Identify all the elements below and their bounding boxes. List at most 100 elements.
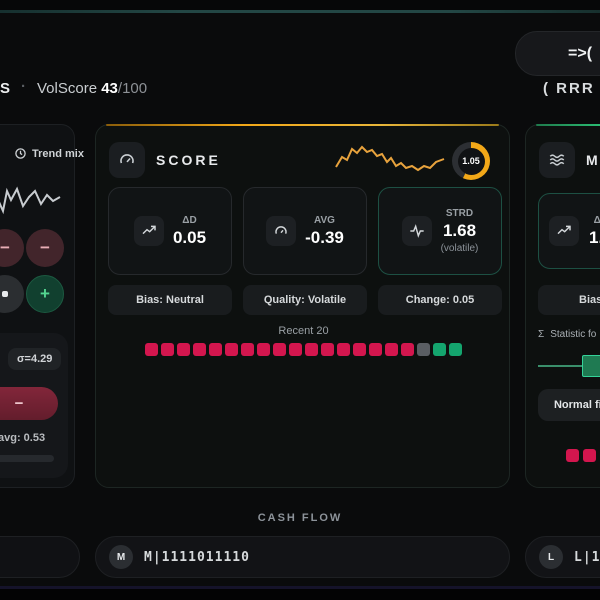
bias-chip: Bias: Neutral [108, 285, 232, 315]
score-card-header: SCORE [109, 142, 221, 178]
trend-sparkline [0, 178, 64, 226]
maker-card-title: MAK [586, 152, 600, 168]
stat-label: ΔD [593, 214, 600, 226]
stat-box-avg: AVG -0.39 [243, 187, 367, 275]
trend-up-icon [133, 216, 164, 246]
recent-square-red [401, 343, 414, 356]
trend-progress-bar [0, 455, 54, 462]
m-badge: M [109, 545, 133, 569]
stat-value: 1.6 [589, 227, 600, 247]
stat-value: 0.05 [172, 227, 207, 247]
remove-pill-button[interactable]: − [0, 387, 58, 420]
cashflow-pill-left-stub [0, 536, 80, 578]
recent-square-red [161, 343, 174, 356]
recent-square-red [225, 343, 238, 356]
decrease-button-b[interactable]: − [26, 229, 64, 267]
stat-note: (volatile) [440, 243, 479, 254]
recent-square-red [369, 343, 382, 356]
volscore-suffix: /100 [117, 80, 148, 97]
cashflow-pill-l: L L|11110 [525, 536, 600, 578]
maker-stat-box: ΔD 1.6 [538, 193, 600, 269]
recent-square-gray [417, 343, 430, 356]
waves-icon [539, 142, 575, 178]
action-caption: ( RRR [543, 80, 595, 97]
score-chips-row: Bias: Neutral Quality: Volatile Change: … [108, 285, 502, 315]
trend-mix-label: Trend mix [32, 147, 84, 160]
gauge-icon [109, 142, 145, 178]
action-button[interactable]: =>( [515, 31, 600, 76]
normal-fit-chip: Normal fit • F [538, 389, 600, 421]
score-card-accent [106, 124, 499, 126]
recent-square-red [193, 343, 206, 356]
recent-square-red [583, 449, 596, 462]
recent-square-red [305, 343, 318, 356]
recent-square-green [433, 343, 446, 356]
maker-bias-chip: Bias: B [538, 285, 600, 315]
recent-square-red [273, 343, 286, 356]
plus-icon: + [40, 284, 50, 303]
recent-squares [96, 343, 511, 356]
stat-value: 1.68 [442, 221, 477, 240]
recent-square-red [353, 343, 366, 356]
m-sequence: M|1111011110 [144, 549, 250, 565]
stat-box-strd: STRD 1.68 (volatile) [378, 187, 502, 275]
score-card-title: SCORE [156, 152, 221, 168]
top-accent-line [0, 10, 600, 13]
maker-card-accent [536, 124, 600, 126]
maker-card-header: MAK [539, 142, 600, 178]
recent-square-red [289, 343, 302, 356]
recent-label: Recent 20 [278, 325, 329, 337]
maker-squares [566, 449, 596, 462]
recent-square-red [257, 343, 270, 356]
dashboard: S · VolScore 43/100 =>( ( RRR Trend mix … [0, 0, 600, 600]
dot-icon [2, 291, 8, 297]
gauge-icon [266, 216, 297, 246]
stat-label: AVG [314, 214, 335, 226]
minus-icon: − [40, 238, 50, 257]
header-separator: · [21, 78, 26, 95]
recent-square-red [145, 343, 158, 356]
l-sequence: L|11110 [574, 549, 600, 565]
sigma-icon: Σ [538, 329, 545, 340]
change-chip: Change: 0.05 [378, 285, 502, 315]
avg-readout: avg: 0.53 [0, 432, 46, 444]
maker-boxplot [538, 353, 600, 379]
volscore-readout: VolScore 43/100 [37, 80, 147, 97]
recent-square-green [449, 343, 462, 356]
volscore-label: VolScore [37, 80, 98, 97]
cash-flow-title: CASH FLOW [257, 512, 343, 524]
top-strip [0, 0, 600, 10]
boxplot-box [582, 355, 600, 377]
stat-value: -0.39 [305, 227, 344, 247]
minus-icon: − [14, 395, 24, 412]
recent-square-red [321, 343, 334, 356]
sigma-badge: σ=4.29 [8, 348, 62, 370]
recent-square-red [177, 343, 190, 356]
bottom-edge [0, 589, 600, 600]
increase-button[interactable]: + [26, 275, 64, 313]
history-icon [14, 147, 27, 160]
recent-square-red [337, 343, 350, 356]
maker-card: MAK ΔD 1.6 Bias: B Σ Statistic fo Normal… [525, 124, 600, 488]
score-card: SCORE 1.05 ΔD 0.05 AVG -0.39 STRD 1.68 (… [95, 124, 510, 488]
quality-chip: Quality: Volatile [243, 285, 367, 315]
recent-square-red [241, 343, 254, 356]
recent-square-red [209, 343, 222, 356]
minus-icon: − [0, 238, 10, 257]
trend-up-icon [549, 216, 579, 246]
recent-square-red [385, 343, 398, 356]
volscore-value: 43 [101, 80, 118, 97]
recent-square-red [566, 449, 579, 462]
stat-label: STRD [445, 208, 474, 219]
action-button-label: =>( [568, 44, 593, 62]
header-title-fragment: S [0, 80, 11, 97]
maker-statistic-line: Σ Statistic fo [538, 329, 596, 340]
pulse-icon [401, 216, 432, 246]
l-badge: L [539, 545, 563, 569]
score-ring-value: 1.05 [457, 147, 485, 175]
score-sparkline [334, 135, 450, 183]
stat-box-delta: ΔD 0.05 [108, 187, 232, 275]
score-stats-row: ΔD 0.05 AVG -0.39 STRD 1.68 (volatile) [108, 187, 502, 275]
cashflow-pill-m: M M|1111011110 [95, 536, 510, 578]
maker-statistic-text: Statistic fo [550, 329, 597, 340]
